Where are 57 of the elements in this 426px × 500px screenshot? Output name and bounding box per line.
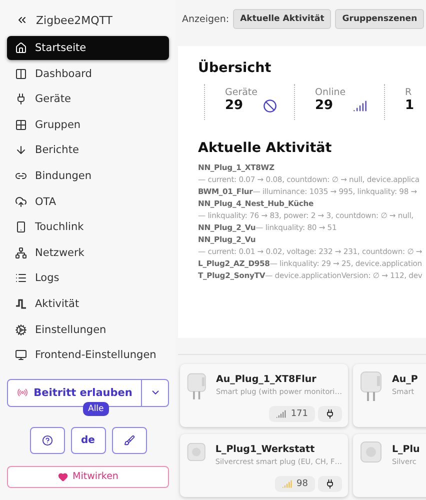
nav-icon bbox=[15, 68, 27, 80]
nav-item[interactable]: Netzwerk bbox=[7, 240, 169, 265]
signal-icon bbox=[353, 98, 368, 112]
nav-icon bbox=[15, 144, 27, 156]
nav-item[interactable]: Touchlink bbox=[7, 215, 169, 240]
view-button[interactable]: Aktuelle Aktivität bbox=[233, 9, 332, 29]
help-icon bbox=[42, 434, 52, 446]
device-name: Au_P bbox=[392, 374, 418, 385]
view-button[interactable]: Gruppenszenen bbox=[335, 9, 424, 29]
link-quality-value: 171 bbox=[290, 409, 308, 419]
nav-item[interactable]: Geräte bbox=[7, 87, 169, 112]
nav-item[interactable]: OTA bbox=[7, 190, 169, 214]
nav-icon bbox=[15, 221, 27, 234]
app-title: Zigbee2MQTT bbox=[36, 14, 112, 26]
plug-icon bbox=[325, 409, 335, 419]
heart-icon bbox=[58, 472, 68, 482]
language-button[interactable]: de bbox=[70, 426, 106, 454]
contribute-button[interactable]: Mitwirken bbox=[7, 466, 169, 488]
device-name: L_Plu bbox=[392, 444, 420, 455]
nav-item[interactable]: Dashboard bbox=[7, 62, 169, 86]
nav-item[interactable]: Logs bbox=[7, 266, 169, 290]
nav-item[interactable]: Berichte bbox=[7, 138, 169, 162]
nav-icon bbox=[15, 196, 27, 208]
nav-icon bbox=[15, 118, 27, 131]
nav-item[interactable]: Bindungen bbox=[7, 164, 169, 188]
link-quality-value: 98 bbox=[296, 479, 308, 489]
nav-icon bbox=[15, 349, 27, 362]
nav-item[interactable]: Einstellungen bbox=[7, 318, 169, 342]
nav-item[interactable]: Startseite bbox=[7, 36, 169, 60]
nav-item[interactable]: Frontend-Einstellungen bbox=[7, 343, 169, 368]
ban-icon bbox=[263, 98, 278, 112]
collapse-icon[interactable] bbox=[16, 14, 28, 26]
stat-label: Online bbox=[315, 87, 347, 98]
device-name: Au_Plug_1_XT8Flur bbox=[216, 374, 318, 385]
smart-plug-image bbox=[186, 440, 208, 464]
device-name: L_Plug1_Werkstatt bbox=[215, 444, 316, 455]
help-button[interactable] bbox=[30, 426, 64, 454]
stat-value: 29 bbox=[225, 98, 244, 113]
nav-icon bbox=[15, 42, 27, 54]
section-title: Aktuelle Aktivität bbox=[198, 140, 333, 156]
nav-item[interactable]: Gruppen bbox=[7, 112, 169, 137]
nav-icon bbox=[15, 93, 27, 106]
show-label: Anzeigen: bbox=[182, 14, 230, 24]
nav-item[interactable]: Aktivität bbox=[7, 292, 169, 316]
brush-icon bbox=[124, 434, 134, 446]
broadcast-icon bbox=[16, 387, 28, 398]
stat-label: Geräte bbox=[225, 87, 259, 98]
stat-label: R bbox=[405, 87, 413, 98]
nav-icon bbox=[15, 246, 27, 259]
square-wave-icon bbox=[15, 298, 27, 310]
stat-value: 29 bbox=[315, 98, 334, 113]
plug-icon bbox=[325, 479, 335, 489]
stat-value: 1 bbox=[405, 98, 414, 113]
theme-button[interactable] bbox=[112, 426, 146, 454]
section-title: Übersicht bbox=[198, 60, 272, 76]
nav-icon bbox=[15, 324, 27, 336]
target-badge: Alle bbox=[83, 402, 109, 416]
